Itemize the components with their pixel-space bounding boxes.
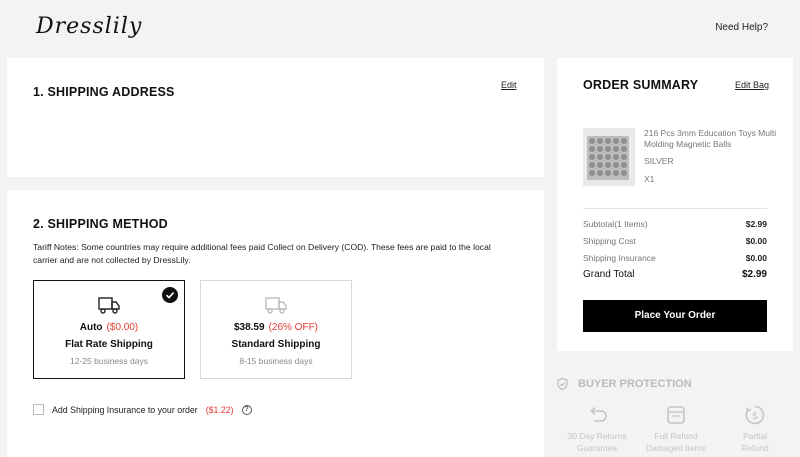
order-summary-card: ORDER SUMMARY Edit Bag 216 Pcs 3mm Educa…	[557, 58, 793, 351]
feature-line2: Guarantee	[576, 443, 618, 453]
svg-text:$: $	[752, 411, 758, 422]
shipping-address-card: 1. SHIPPING ADDRESS Edit	[7, 58, 544, 177]
tariff-note: Tariff Notes: Some countries may require…	[33, 242, 491, 265]
feature-line1: 30 Day Returns	[567, 431, 627, 441]
edit-address-link[interactable]: Edit	[501, 80, 517, 90]
truck-icon	[98, 297, 120, 314]
option-price-note: ($0.00)	[106, 322, 139, 333]
summary-label: Shipping Cost	[583, 236, 636, 246]
shipping-method-title: 2. SHIPPING METHOD	[33, 217, 168, 231]
buyer-protection-title: BUYER PROTECTION	[557, 378, 692, 390]
summary-line: Shipping Cost $0.00	[583, 236, 767, 246]
product-name[interactable]: 216 Pcs 3mm Education Toys Multi Molding…	[644, 128, 779, 150]
summary-label: Shipping Insurance	[583, 253, 656, 263]
feature-line2: Refund	[741, 443, 769, 453]
feature-full-refund: Full Refund Damaged Items	[636, 404, 716, 454]
calendar-icon	[667, 406, 685, 424]
summary-line: Subtotal(1 Items) $2.99	[583, 219, 767, 229]
shipping-option-flat-rate[interactable]: Auto ($0.00) Flat Rate Shipping 12-25 bus…	[33, 280, 185, 379]
feature-line2: Damaged Items	[646, 443, 706, 453]
grand-total-label: Grand Total	[583, 269, 635, 280]
option-price: $38.59 (26% OFF)	[233, 322, 319, 333]
feature-line1: Partial	[742, 431, 768, 441]
option-price-note: (26% OFF)	[268, 322, 319, 333]
dollar-refund-icon: $	[745, 405, 765, 425]
insurance-checkbox[interactable]	[33, 404, 44, 415]
question-icon[interactable]: ?	[241, 404, 252, 415]
insurance-label: Add Shipping Insurance to your order	[52, 404, 198, 415]
selected-check-icon	[162, 287, 178, 303]
product-color: SILVER	[644, 156, 674, 166]
truck-icon	[265, 297, 287, 314]
edit-bag-link[interactable]: Edit Bag	[735, 80, 769, 90]
need-help-link[interactable]: Need Help?	[715, 22, 768, 33]
summary-value: $0.00	[745, 236, 767, 246]
product-image[interactable]	[583, 128, 635, 186]
option-days: 12-25 business days	[70, 356, 148, 366]
insurance-row: Add Shipping Insurance to your order ($1…	[33, 404, 252, 415]
shield-icon	[557, 378, 568, 390]
divider	[583, 208, 767, 209]
option-price: Auto ($0.00)	[79, 322, 139, 333]
order-summary-title: ORDER SUMMARY	[583, 78, 699, 92]
summary-label: Subtotal(1 Items)	[583, 219, 648, 229]
shipping-method-card: 2. SHIPPING METHOD Tariff Notes: Some co…	[7, 190, 544, 457]
header: Dresslily Need Help?	[0, 0, 800, 58]
return-arrow-icon	[590, 406, 607, 422]
place-order-button[interactable]: Place Your Order	[583, 300, 767, 332]
summary-value: $0.00	[745, 253, 767, 263]
logo[interactable]: Dresslily	[36, 14, 142, 39]
grand-total: Grand Total $2.99	[583, 269, 767, 280]
feature-line1: Full Refund	[654, 431, 698, 441]
product-qty: X1	[644, 174, 655, 184]
feature-partial-refund: $ Partial Refund	[715, 404, 795, 454]
option-name: Standard Shipping	[231, 339, 321, 350]
shipping-address-title: 1. SHIPPING ADDRESS	[33, 85, 175, 99]
option-days: 8-15 business days	[239, 356, 313, 366]
summary-value: $2.99	[745, 219, 767, 229]
summary-line: Shipping Insurance $0.00	[583, 253, 767, 263]
insurance-price: ($1.22)	[205, 404, 234, 415]
feature-30-day-returns: 30 Day Returns Guarantee	[557, 404, 637, 454]
grand-total-value: $2.99	[741, 269, 767, 280]
option-name: Flat Rate Shipping	[65, 339, 153, 350]
shipping-option-standard[interactable]: $38.59 (26% OFF) Standard Shipping 8-15 b…	[200, 280, 352, 379]
